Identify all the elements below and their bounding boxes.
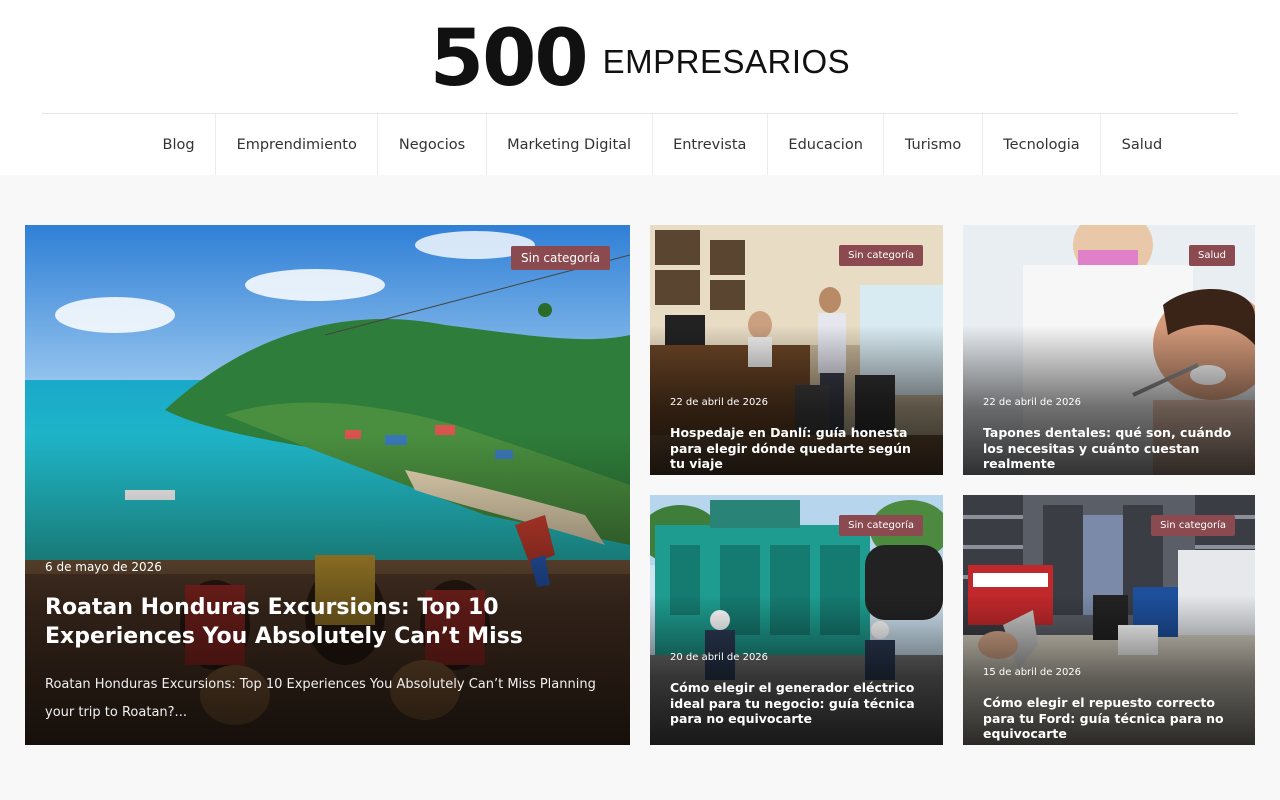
post-date: 6 de mayo de 2026 [45, 560, 162, 574]
post-card[interactable]: Sin categoría 22 de abril de 2026 Hosped… [650, 225, 943, 475]
post-title[interactable]: Roatan Honduras Excursions: Top 10 Exper… [45, 593, 615, 651]
nav-item-turismo[interactable]: Turismo [884, 114, 983, 175]
post-title[interactable]: Cómo elegir el repuesto correcto para tu… [983, 695, 1237, 742]
post-date: 15 de abril de 2026 [983, 667, 1082, 678]
nav-item-blog[interactable]: Blog [142, 114, 217, 175]
logo-number: 500 [429, 14, 589, 104]
nav-item-negocios[interactable]: Negocios [378, 114, 487, 175]
category-badge[interactable]: Sin categoría [511, 246, 610, 270]
category-badge[interactable]: Sin categoría [1151, 515, 1235, 536]
category-badge[interactable]: Salud [1189, 245, 1235, 266]
post-card[interactable]: Sin categoría 15 de abril de 2026 Cómo e… [963, 495, 1255, 745]
nav-item-marketing-digital[interactable]: Marketing Digital [487, 114, 653, 175]
post-date: 22 de abril de 2026 [670, 397, 769, 408]
post-date: 20 de abril de 2026 [670, 652, 769, 663]
logo-word: EMPRESARIOS [602, 43, 851, 80]
nav-item-tecnologia[interactable]: Tecnologia [983, 114, 1102, 175]
nav-item-entrevista[interactable]: Entrevista [653, 114, 768, 175]
post-card[interactable]: Sin categoría 20 de abril de 2026 Cómo e… [650, 495, 943, 745]
category-badge[interactable]: Sin categoría [839, 515, 923, 536]
category-badge[interactable]: Sin categoría [839, 245, 923, 266]
post-date: 22 de abril de 2026 [983, 397, 1082, 408]
post-excerpt: Roatan Honduras Excursions: Top 10 Exper… [45, 677, 596, 720]
nav-item-emprendimiento[interactable]: Emprendimiento [216, 114, 379, 175]
post-title[interactable]: Cómo elegir el generador eléctrico ideal… [670, 680, 924, 727]
site-logo[interactable]: 500 EMPRESARIOS [0, 14, 1280, 104]
post-card[interactable]: Salud 22 de abril de 2026 Tapones dental… [963, 225, 1255, 475]
post-title[interactable]: Tapones dentales: qué son, cuándo los ne… [983, 425, 1237, 472]
featured-post-card[interactable]: Sin categoría 6 de mayo de 2026 Roatan H… [25, 225, 630, 745]
post-title[interactable]: Hospedaje en Danlí: guía honesta para el… [670, 425, 924, 472]
main-nav: Blog Emprendimiento Negocios Marketing D… [142, 114, 1183, 175]
nav-item-educacion[interactable]: Educacion [768, 114, 885, 175]
nav-item-salud[interactable]: Salud [1101, 114, 1183, 175]
site-header: 500 EMPRESARIOS Blog Emprendimiento Nego… [0, 0, 1280, 175]
